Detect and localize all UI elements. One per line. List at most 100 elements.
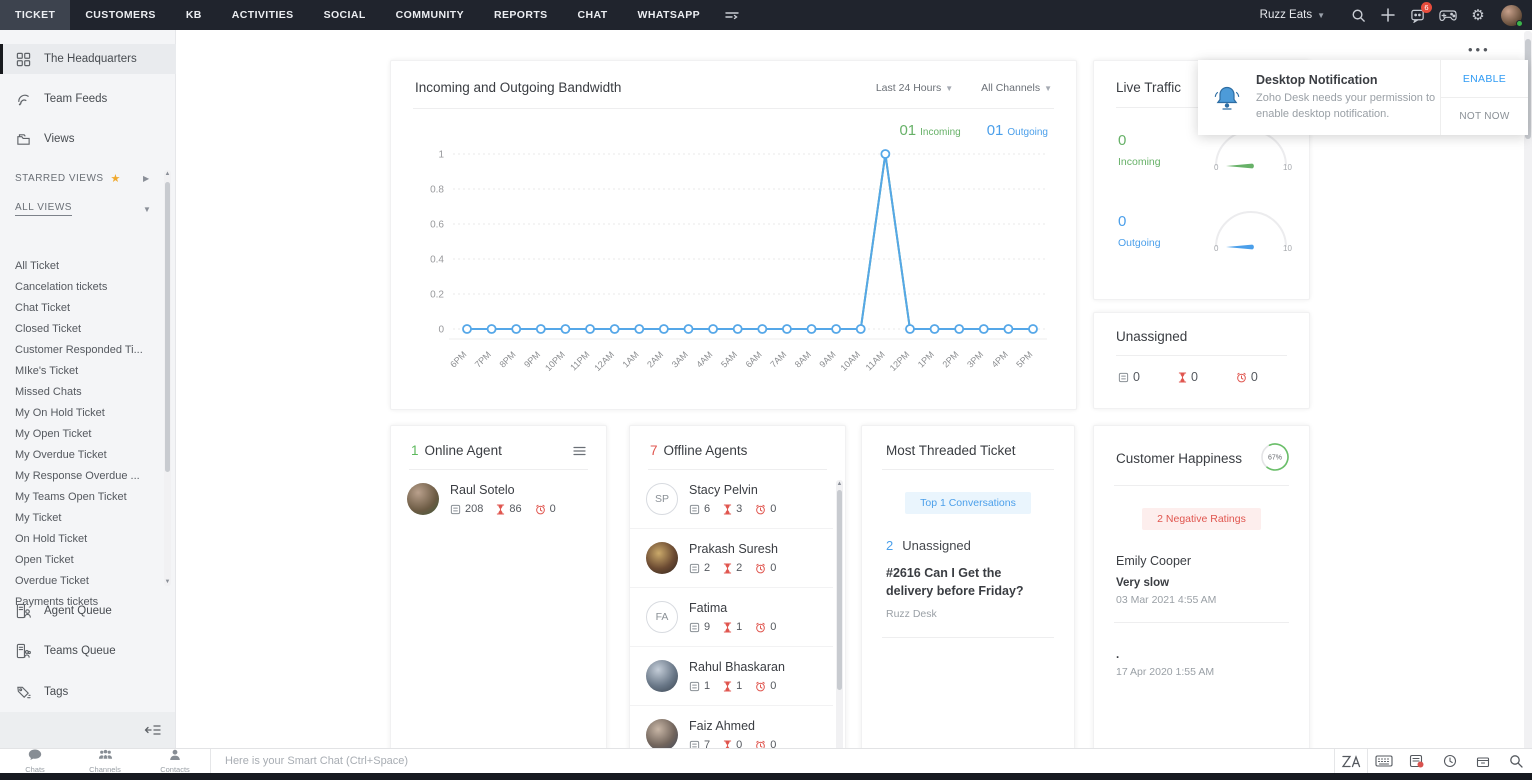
search-icon[interactable] <box>1499 749 1532 773</box>
notification-title: Desktop Notification <box>1256 73 1378 87</box>
sidebar-scroll-thumb[interactable] <box>165 182 170 472</box>
svg-text:6AM: 6AM <box>744 349 764 369</box>
settings-gear-icon[interactable]: ⚙ <box>1463 0 1493 30</box>
window-bottom-edge <box>0 773 1532 780</box>
dashboard-more-icon[interactable]: ••• <box>1468 42 1491 57</box>
sidebar-item-teams-queue[interactable]: Teams Queue <box>0 636 176 666</box>
alarm-clock-icon <box>535 504 545 514</box>
nav-tab-ticket[interactable]: TICKET <box>0 0 71 30</box>
nav-tab-kb[interactable]: KB <box>171 0 217 30</box>
legend-incoming[interactable]: 01 Incoming <box>899 122 960 139</box>
view-item[interactable]: Customer Responded Ti... <box>0 340 162 361</box>
sidebar-item-tags[interactable]: Tags <box>0 677 176 707</box>
agent-row[interactable]: SP Stacy Pelvin 6 3 0 <box>630 470 833 529</box>
legend-outgoing[interactable]: 01 Outgoing <box>987 122 1048 139</box>
org-switcher[interactable]: Ruzz Eats ▼ <box>1260 9 1325 21</box>
page-scrollbar[interactable] <box>1524 31 1532 772</box>
view-item[interactable]: My On Hold Ticket <box>0 403 162 424</box>
svg-text:5AM: 5AM <box>719 349 739 369</box>
archive-box-icon[interactable] <box>1466 749 1499 773</box>
ticket-icon <box>689 622 700 632</box>
svg-text:5PM: 5PM <box>1014 349 1034 369</box>
time-range-filter[interactable]: Last 24 Hours ▼ <box>876 82 953 94</box>
sidebar-item-the-headquarters[interactable]: The Headquarters <box>0 44 176 74</box>
sidebar-item-team-feeds[interactable]: Team Feeds <box>0 84 176 114</box>
rating-item[interactable]: . 17 Apr 2020 1:55 AM <box>1094 649 1309 678</box>
offline-scroll-thumb[interactable] <box>837 490 842 690</box>
sidebar-collapse-bar[interactable] <box>0 712 175 748</box>
channels-icon <box>98 749 113 764</box>
all-views-section[interactable]: ALL VIEWS ▼ <box>15 202 151 216</box>
chevron-right-icon: ▶ <box>143 174 150 183</box>
offline-agent-count: 7 <box>650 443 658 458</box>
incoming-value: 0 <box>1118 131 1127 149</box>
view-item[interactable]: MIke's Ticket <box>0 361 162 382</box>
response-overdue-stat: 0 <box>755 503 776 515</box>
svg-text:9AM: 9AM <box>817 349 837 369</box>
list-menu-icon[interactable] <box>573 446 586 456</box>
announcements-icon[interactable]: 6 <box>1403 0 1433 30</box>
scroll-down-icon[interactable]: ▼ <box>164 578 171 586</box>
sidebar-scrollbar[interactable]: ▲ ▼ <box>164 170 171 586</box>
view-item[interactable]: Open Ticket <box>0 550 162 571</box>
add-icon[interactable] <box>1373 0 1403 30</box>
scroll-up-icon[interactable]: ▲ <box>164 170 171 178</box>
search-icon[interactable] <box>1343 0 1373 30</box>
bottombar-tab-chats[interactable]: Chats <box>0 749 70 774</box>
scroll-up-icon[interactable]: ▲ <box>836 480 843 488</box>
stat-value: 2 <box>736 562 743 574</box>
keyboard-icon[interactable] <box>1367 749 1400 773</box>
view-item[interactable]: Closed Ticket <box>0 319 162 340</box>
nav-tab-chat[interactable]: CHAT <box>563 0 623 30</box>
nav-tab-social[interactable]: SOCIAL <box>309 0 381 30</box>
svg-text:3PM: 3PM <box>965 349 985 369</box>
bottombar-tab-channels[interactable]: Channels <box>70 749 140 774</box>
stat-value: 6 <box>704 503 711 515</box>
sidebar-item-views[interactable]: Views <box>0 124 176 154</box>
ticket-count-stat: 9 <box>689 621 710 633</box>
view-item[interactable]: Overdue Ticket <box>0 571 162 592</box>
user-avatar[interactable] <box>1501 4 1523 27</box>
nav-tab-reports[interactable]: REPORTS <box>479 0 563 30</box>
view-item[interactable]: Chat Ticket <box>0 298 162 319</box>
overdue-stat: 1 <box>723 680 742 692</box>
agent-row[interactable]: FA Fatima 9 1 0 <box>630 588 833 647</box>
view-item[interactable]: My Overdue Ticket <box>0 445 162 466</box>
offline-list-scrollbar[interactable]: ▲ <box>836 480 843 752</box>
view-item[interactable]: Cancelation tickets <box>0 277 162 298</box>
view-item[interactable]: My Teams Open Ticket <box>0 487 162 508</box>
view-item[interactable]: My Response Overdue ... <box>0 466 162 487</box>
hourglass-icon <box>723 562 732 574</box>
svg-text:0.8: 0.8 <box>430 185 444 196</box>
gamescope-icon[interactable] <box>1433 0 1463 30</box>
nav-tab-activities[interactable]: ACTIVITIES <box>217 0 309 30</box>
sidebar-item-agent-queue[interactable]: Agent Queue <box>0 596 176 626</box>
view-item[interactable]: On Hold Ticket <box>0 529 162 550</box>
bottombar-tab-contacts[interactable]: Contacts <box>140 749 210 774</box>
hourglass-icon <box>1178 371 1187 383</box>
svg-text:10PM: 10PM <box>543 349 567 373</box>
channel-filter[interactable]: All Channels ▼ <box>981 82 1052 94</box>
zia-icon[interactable] <box>1334 749 1367 773</box>
starred-views-section[interactable]: STARRED VIEWS ★ ▶ <box>15 172 149 185</box>
agent-name: Raul Sotelo <box>450 483 515 497</box>
not-now-button[interactable]: NOT NOW <box>1441 98 1528 135</box>
nav-tab-community[interactable]: COMMUNITY <box>381 0 479 30</box>
history-clock-icon[interactable] <box>1433 749 1466 773</box>
view-item[interactable]: My Ticket <box>0 508 162 529</box>
view-item[interactable]: All Ticket <box>0 256 162 277</box>
view-item[interactable]: Missed Chats <box>0 382 162 403</box>
rating-item[interactable]: Emily Cooper Very slow 03 Mar 2021 4:55 AM <box>1094 554 1309 606</box>
agent-row[interactable]: Prakash Suresh 2 2 0 <box>630 529 833 588</box>
agent-row[interactable]: Rahul Bhaskaran 1 1 0 <box>630 647 833 706</box>
nav-tab-whatsapp[interactable]: WHATSAPP <box>623 0 716 30</box>
view-item[interactable]: My Open Ticket <box>0 424 162 445</box>
smart-chat-input[interactable] <box>211 749 1334 773</box>
enable-button[interactable]: ENABLE <box>1441 60 1528 98</box>
nav-tab-customers[interactable]: CUSTOMERS <box>70 0 171 30</box>
notes-icon[interactable] <box>1400 749 1433 773</box>
bandwidth-chart: 0 0.2 0.4 0.6 0.8 1 6PM 7PM 8PM 9PM 10PM 11PM 12AM 1A… <box>391 139 1076 387</box>
nav-more-icon[interactable] <box>715 0 749 30</box>
agent-row[interactable]: Raul Sotelo 208 86 0 <box>391 470 606 528</box>
ticket-subject[interactable]: #2616 Can I Get the delivery before Frid… <box>862 565 1062 600</box>
